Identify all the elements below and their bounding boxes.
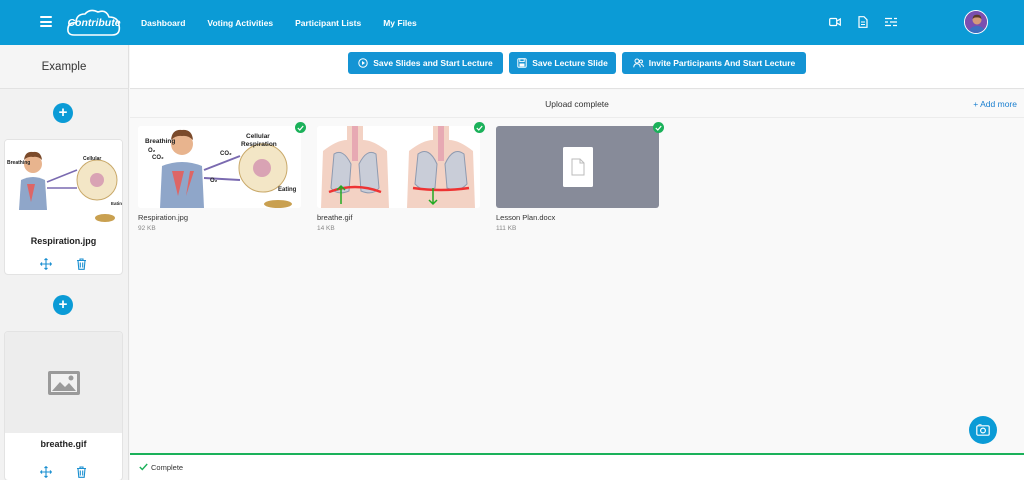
menu-icon[interactable] xyxy=(40,16,52,27)
uploaded-file[interactable]: breathe.gif 14 KB xyxy=(317,122,485,232)
trash-icon[interactable] xyxy=(76,466,88,478)
svg-text:Respiration: Respiration xyxy=(241,141,277,148)
file-preview: Breathing O₂ CO₂ Cellular Respiration CO… xyxy=(138,126,301,208)
svg-text:CO₂: CO₂ xyxy=(152,155,164,161)
nav-participant-lists[interactable]: Participant Lists xyxy=(295,18,361,28)
upload-success-icon xyxy=(295,122,306,133)
logo-text: Contribute xyxy=(67,17,121,29)
file-size: 14 KB xyxy=(317,225,335,232)
file-preview xyxy=(317,126,480,208)
upload-success-icon xyxy=(474,122,485,133)
slide-thumbnail xyxy=(5,332,122,433)
svg-text:Breathing: Breathing xyxy=(145,138,175,145)
slide-name: Respiration.jpg xyxy=(30,236,97,246)
add-slide-button[interactable]: + xyxy=(53,103,73,123)
play-circle-icon xyxy=(358,58,368,68)
svg-text:Cellular: Cellular xyxy=(83,156,101,162)
svg-text:O₂: O₂ xyxy=(148,148,156,154)
trash-icon[interactable] xyxy=(76,258,88,270)
slide-thumbnail: Breathing Cellular Eating xyxy=(5,140,122,230)
file-size: 92 KB xyxy=(138,225,156,232)
svg-text:CO₂: CO₂ xyxy=(220,151,232,157)
camera-button[interactable] xyxy=(969,416,997,444)
nav-dashboard[interactable]: Dashboard xyxy=(141,18,185,28)
svg-text:Breathing: Breathing xyxy=(7,160,30,166)
image-placeholder-icon xyxy=(47,370,80,395)
file-name: breathe.gif xyxy=(317,213,353,222)
nav-voting-activities[interactable]: Voting Activities xyxy=(207,18,273,28)
upload-success-icon xyxy=(653,122,664,133)
add-more-link[interactable]: + Add more xyxy=(973,90,1017,118)
svg-text:Eating: Eating xyxy=(111,201,122,206)
user-avatar[interactable] xyxy=(964,10,988,34)
upload-dashboard: Upload complete + Add more Breathing O₂ … xyxy=(130,90,1024,453)
status-text: Complete xyxy=(151,463,184,472)
file-size: 111 KB xyxy=(496,225,517,232)
file-name: Lesson Plan.docx xyxy=(496,213,556,222)
upload-status: Upload complete xyxy=(545,99,609,109)
top-navigation-bar: Contribute Dashboard Voting Activities P… xyxy=(0,0,1024,45)
slide-name: breathe.gif xyxy=(40,439,87,449)
save-icon xyxy=(517,58,527,68)
check-icon xyxy=(139,463,148,471)
nav-my-files[interactable]: My Files xyxy=(383,18,417,28)
slide-card[interactable]: breathe.gif xyxy=(4,331,123,480)
people-icon xyxy=(632,58,644,68)
contribute-logo[interactable]: Contribute xyxy=(66,7,122,39)
invite-participants-start-lecture-button[interactable]: Invite Participants And Start Lecture xyxy=(622,52,806,74)
add-slide-button[interactable]: + xyxy=(53,295,73,315)
slides-sidebar: Example + Breathing Cellular Eating Resp… xyxy=(0,45,129,480)
filter-list-icon[interactable] xyxy=(883,14,899,30)
document-icon xyxy=(562,147,593,187)
lecture-toolbar: Save Slides and Start Lecture Save Lectu… xyxy=(130,45,1024,89)
svg-text:Eating: Eating xyxy=(278,187,297,193)
move-icon[interactable] xyxy=(39,466,52,478)
svg-text:Cellular: Cellular xyxy=(246,133,270,140)
save-slides-start-lecture-button[interactable]: Save Slides and Start Lecture xyxy=(348,52,503,74)
file-preview xyxy=(496,126,659,208)
file-name: Respiration.jpg xyxy=(138,213,189,222)
video-icon[interactable] xyxy=(827,14,843,30)
move-icon[interactable] xyxy=(39,258,52,270)
lecture-title: Example xyxy=(0,45,128,89)
slide-card[interactable]: Breathing Cellular Eating Respiration.jp… xyxy=(4,139,123,275)
save-lecture-slide-button[interactable]: Save Lecture Slide xyxy=(509,52,616,74)
status-bar: Complete xyxy=(130,453,1024,480)
uploaded-file[interactable]: Breathing O₂ CO₂ Cellular Respiration CO… xyxy=(138,122,306,232)
svg-text:O₂: O₂ xyxy=(210,178,218,184)
uploaded-file[interactable]: Lesson Plan.docx 111 KB xyxy=(496,122,664,232)
file-icon[interactable] xyxy=(855,14,871,30)
camera-icon xyxy=(976,424,990,436)
